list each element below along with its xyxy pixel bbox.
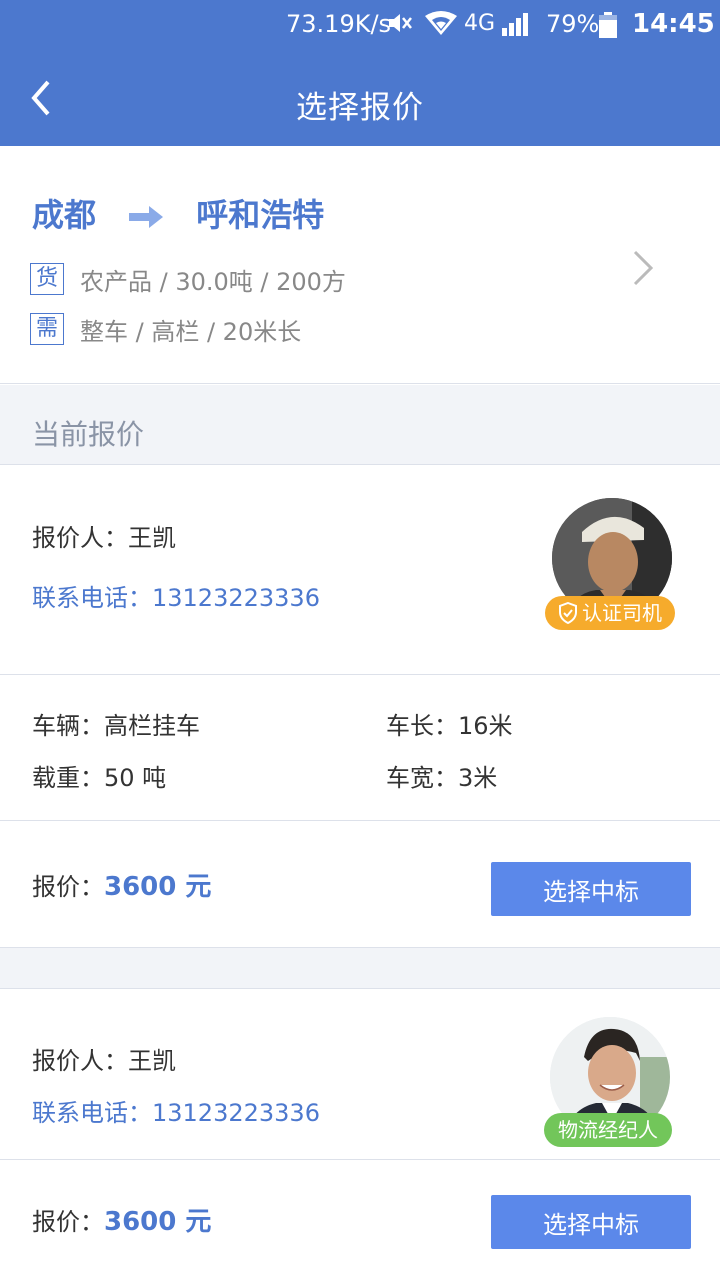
- route-summary-card[interactable]: 成都 呼和浩特 货 农产品 / 30.0吨 / 200方 需 整车 / 高栏 /…: [0, 146, 720, 384]
- width-row: 车宽：3米: [386, 758, 497, 793]
- requirement-tag: 需: [30, 313, 64, 345]
- width-value: 3米: [458, 764, 498, 792]
- shield-check-icon: [559, 602, 577, 624]
- quoter-row: 报价人：王凯: [32, 518, 176, 553]
- chevron-right-icon: [632, 250, 654, 290]
- phone-label: 联系电话：: [32, 584, 152, 612]
- section-header: 当前报价: [0, 385, 720, 465]
- price-label: 报价：: [32, 873, 104, 901]
- page-title: 选择报价: [296, 90, 424, 126]
- quoter-row: 报价人：王凯: [32, 1041, 176, 1076]
- broker-badge: 物流经纪人: [544, 1113, 672, 1147]
- origin-city: 成都: [32, 196, 97, 234]
- quote-card: 报价人：王凯 联系电话：13123223336 认证司机 车辆：高栏挂车 车长：…: [0, 466, 720, 948]
- cargo-info: 农产品 / 30.0吨 / 200方: [80, 267, 346, 296]
- quoter-label: 报价人：: [32, 1047, 128, 1075]
- quoter-label: 报价人：: [32, 524, 128, 552]
- wifi-icon: [424, 10, 458, 43]
- price-value: 3600 元: [104, 872, 212, 902]
- divider: [0, 1159, 720, 1160]
- quoter-name: 王凯: [128, 1047, 176, 1075]
- destination-city: 呼和浩特: [196, 196, 325, 234]
- signal-icon: [500, 12, 530, 43]
- price-value: 3600 元: [104, 1207, 212, 1237]
- route-line: 成都 呼和浩特: [32, 190, 324, 236]
- quote-card: 报价人：王凯 联系电话：13123223336 物流经纪人 报价：3600 元 …: [0, 988, 720, 1280]
- phone-link[interactable]: 联系电话：13123223336: [32, 1093, 320, 1128]
- cargo-tag: 货: [30, 263, 64, 295]
- badge-label: 物流经纪人: [558, 1118, 658, 1142]
- width-label: 车宽：: [386, 764, 458, 792]
- mute-icon: [386, 10, 414, 43]
- battery-icon: [598, 12, 618, 45]
- select-winner-button[interactable]: 选择中标: [491, 862, 691, 916]
- phone-label: 联系电话：: [32, 1099, 152, 1127]
- quoter-name: 王凯: [128, 524, 176, 552]
- badge-label: 认证司机: [582, 601, 662, 625]
- length-value: 16米: [458, 712, 513, 740]
- divider: [0, 820, 720, 821]
- card-gap: [0, 948, 720, 988]
- load-label: 载重：: [32, 764, 104, 792]
- network-type: 4G: [464, 11, 496, 36]
- price-row: 报价：3600 元: [32, 866, 211, 903]
- length-label: 车长：: [386, 712, 458, 740]
- price-label: 报价：: [32, 1208, 104, 1236]
- header-bar: 选择报价: [0, 48, 720, 146]
- vehicle-label: 车辆：: [32, 712, 104, 740]
- arrow-right-icon: [129, 198, 164, 236]
- certified-driver-badge: 认证司机: [545, 596, 675, 630]
- select-winner-button[interactable]: 选择中标: [491, 1195, 691, 1249]
- section-title: 当前报价: [32, 418, 145, 451]
- cargo-row: 货 农产品 / 30.0吨 / 200方: [30, 262, 346, 296]
- divider: [0, 674, 720, 675]
- clock: 14:45: [632, 9, 715, 39]
- vehicle-value: 高栏挂车: [104, 712, 200, 740]
- load-row: 载重：50 吨: [32, 758, 166, 793]
- phone-link[interactable]: 联系电话：13123223336: [32, 578, 320, 613]
- requirement-info: 整车 / 高栏 / 20米长: [80, 317, 302, 346]
- load-value: 50 吨: [104, 764, 167, 792]
- phone-number: 13123223336: [152, 584, 320, 612]
- net-speed: 73.19K/s: [286, 10, 392, 38]
- phone-number: 13123223336: [152, 1099, 320, 1127]
- price-row: 报价：3600 元: [32, 1201, 211, 1238]
- vehicle-row: 车辆：高栏挂车: [32, 706, 200, 741]
- length-row: 车长：16米: [386, 706, 513, 741]
- battery-percent: 79%: [546, 10, 600, 38]
- status-bar: 73.19K/s 4G 79% 14:45: [0, 0, 720, 48]
- requirement-row: 需 整车 / 高栏 / 20米长: [30, 312, 301, 346]
